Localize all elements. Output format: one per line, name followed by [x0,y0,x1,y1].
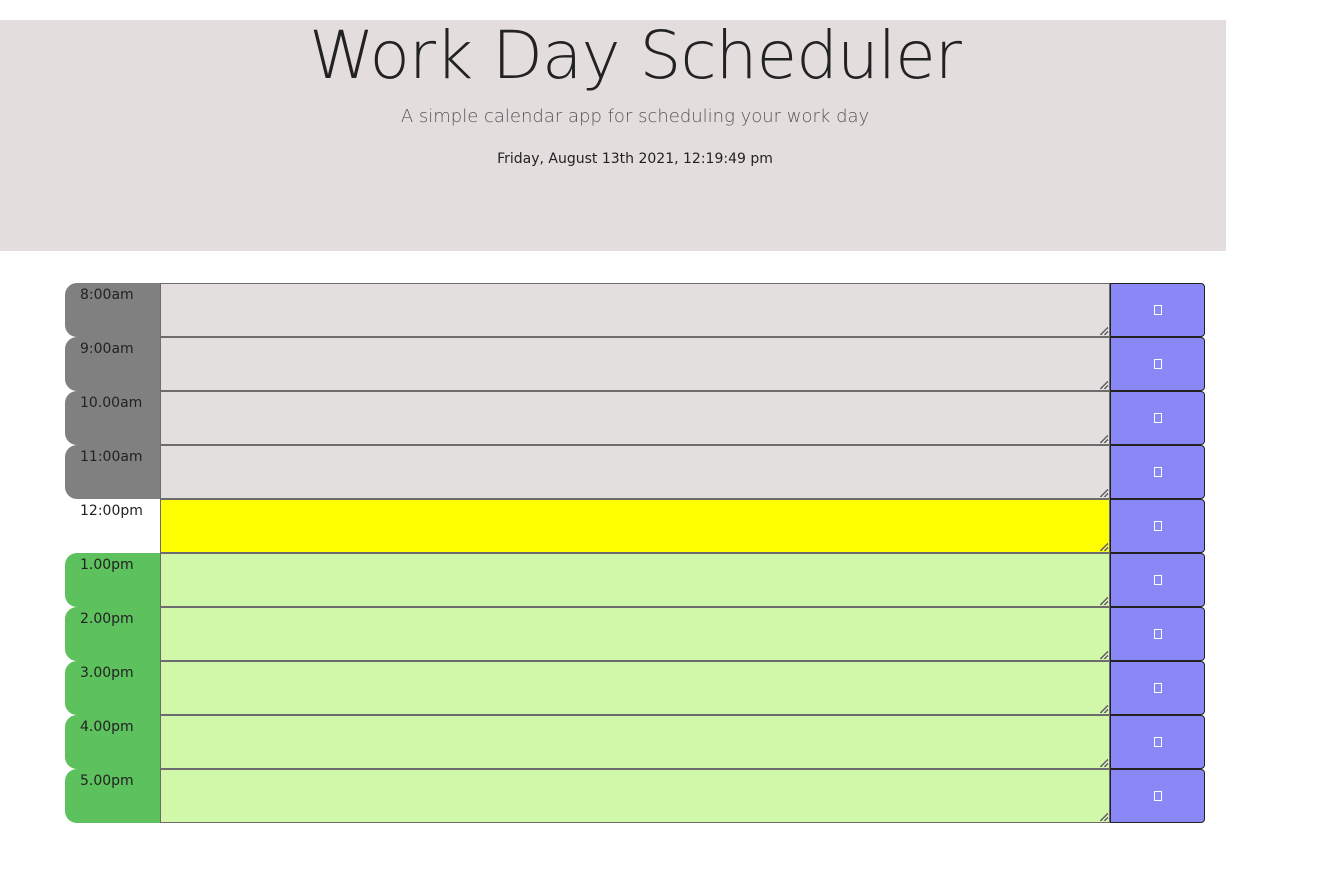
description-wrapper [160,553,1110,607]
save-icon [1153,521,1162,531]
save-button[interactable] [1110,607,1205,661]
hour-label: 5.00pm [65,769,160,823]
save-button[interactable] [1110,715,1205,769]
time-block-row: 5.00pm [65,769,1205,823]
save-icon [1153,467,1162,477]
time-block-row: 1.00pm [65,553,1205,607]
page-subtitle: A simple calendar app for scheduling you… [400,106,870,127]
time-block-row: 9:00am [65,337,1205,391]
event-textarea[interactable] [160,445,1110,499]
save-icon [1153,791,1162,801]
schedule-container: 8:00am 9:00am 10.00am 11:00am 12:00pm 1.… [65,283,1205,823]
hour-label: 12:00pm [65,499,160,553]
description-wrapper [160,337,1110,391]
description-wrapper [160,445,1110,499]
event-textarea[interactable] [160,499,1110,553]
description-wrapper [160,283,1110,337]
hour-label: 2.00pm [65,607,160,661]
description-wrapper [160,391,1110,445]
save-button[interactable] [1110,337,1205,391]
time-block-row: 11:00am [65,445,1205,499]
description-wrapper [160,661,1110,715]
save-icon [1153,737,1162,747]
save-icon [1153,359,1162,369]
time-block-row: 8:00am [65,283,1205,337]
description-wrapper [160,607,1110,661]
hour-label: 4.00pm [65,715,160,769]
save-icon [1153,683,1162,693]
hour-label: 10.00am [65,391,160,445]
event-textarea[interactable] [160,337,1110,391]
event-textarea[interactable] [160,283,1110,337]
event-textarea[interactable] [160,769,1110,823]
description-wrapper [160,715,1110,769]
time-block-row: 3.00pm [65,661,1205,715]
save-button[interactable] [1110,391,1205,445]
hour-label: 8:00am [65,283,160,337]
time-block-row: 4.00pm [65,715,1205,769]
event-textarea[interactable] [160,391,1110,445]
save-button[interactable] [1110,553,1205,607]
save-button[interactable] [1110,445,1205,499]
header-jumbotron: Work Day Scheduler A simple calendar app… [0,20,1226,251]
time-block-row: 10.00am [65,391,1205,445]
hour-label: 1.00pm [65,553,160,607]
save-icon [1153,305,1162,315]
description-wrapper [160,499,1110,553]
save-button[interactable] [1110,661,1205,715]
time-block-row: 12:00pm [65,499,1205,553]
hour-label: 9:00am [65,337,160,391]
save-button[interactable] [1110,499,1205,553]
event-textarea[interactable] [160,553,1110,607]
save-icon [1153,413,1162,423]
event-textarea[interactable] [160,661,1110,715]
save-icon [1153,575,1162,585]
hour-label: 11:00am [65,445,160,499]
event-textarea[interactable] [160,715,1110,769]
event-textarea[interactable] [160,607,1110,661]
description-wrapper [160,769,1110,823]
hour-label: 3.00pm [65,661,160,715]
time-block-row: 2.00pm [65,607,1205,661]
save-button[interactable] [1110,283,1205,337]
current-day: Friday, August 13th 2021, 12:19:49 pm [497,151,773,167]
save-button[interactable] [1110,769,1205,823]
page-title: Work Day Scheduler [309,17,962,94]
save-icon [1153,629,1162,639]
